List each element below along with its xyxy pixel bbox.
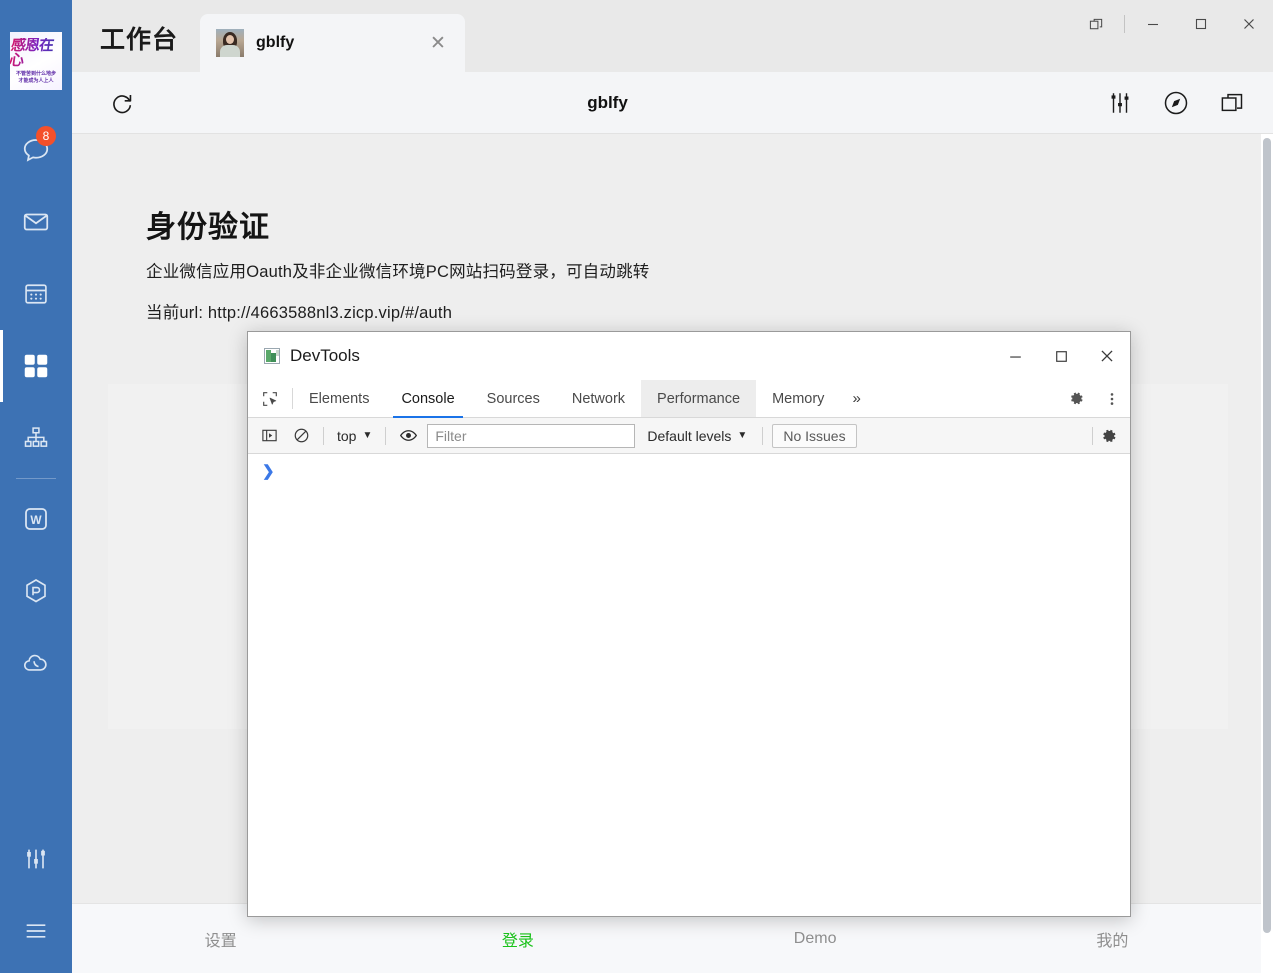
sidebar-icon-list: 8 W [0,114,72,699]
window-close-button[interactable] [1225,0,1273,48]
devtools-app-icon [264,348,280,364]
devtools-tab-bar: Elements Console Sources Network Perform… [248,380,1130,418]
console-prompt-caret: ❯ [262,463,275,480]
sidebar-item-chat[interactable]: 8 [0,114,72,186]
sidebar-bottom-group [0,823,72,973]
bottom-nav-item-demo[interactable]: Demo [667,930,964,948]
browser-tab-title: gblfy [256,34,295,51]
tab-memory[interactable]: Memory [756,380,840,417]
inspect-element-icon[interactable] [248,380,292,417]
sidebar-item-settings[interactable] [0,823,72,895]
bottom-nav-item-mine[interactable]: 我的 [964,927,1261,951]
bottom-nav-item-settings[interactable]: 设置 [72,927,369,951]
console-filter-input[interactable]: Filter [427,423,636,448]
devtools-window-title: DevTools [290,346,360,365]
devtools-maximize-button[interactable] [1038,332,1084,380]
cloud-phone-icon [24,654,47,671]
console-toolbar-divider-4 [1092,426,1093,445]
no-issues-button[interactable]: No Issues [772,423,857,448]
sliders-icon[interactable] [1105,88,1135,118]
console-context-label: top [337,427,357,444]
sidebar-item-mail[interactable] [0,186,72,258]
gear-icon[interactable] [1058,380,1094,418]
auth-current-url: 当前url: http://4663588nl3.zicp.vip/#/auth [146,304,453,322]
compass-icon[interactable] [1161,88,1191,118]
sidebar-item-package[interactable] [0,555,72,627]
devtools-window: DevTools Elements Console Sources Networ… [247,331,1131,917]
sidebar-item-menu[interactable] [0,895,72,967]
w-document-icon: W [25,508,47,530]
app-root: 感恩在心 不管苦到什么地步 才能成为人上人 8 W 工作台 gblfy ✕ gb… [0,0,1273,973]
devtools-minimize-button[interactable] [992,332,1038,380]
auth-heading: 身份验证 [146,211,270,244]
window-tab-strip: 工作台 gblfy ✕ [72,0,1273,72]
tab-console[interactable]: Console [385,380,470,418]
console-sidebar-toggle-icon[interactable] [256,423,282,449]
brand-logo-top-text: 感恩在心 [10,36,62,69]
chevron-down-icon: ▼ [362,430,373,441]
sidebar-item-calendar[interactable] [0,258,72,330]
console-filter-placeholder: Filter [435,427,467,444]
brand-logo-bottom-text: 不管苦到什么地步 才能成为人上人 [15,71,56,84]
bottom-nav-item-login[interactable]: 登录 [369,927,666,951]
console-toolbar: top ▼ Filter Default levels ▼ No Issues [248,418,1130,454]
tab-performance[interactable]: Performance [641,380,757,417]
console-levels-label: Default levels [647,427,732,444]
sliders-settings-icon [27,849,45,869]
close-icon[interactable]: ✕ [425,30,451,56]
window-maximize-button[interactable] [1177,0,1225,48]
kebab-menu-icon[interactable] [1094,380,1130,418]
devtools-tabbar-right [1057,380,1130,417]
window-minimize-button[interactable] [1129,0,1177,48]
chevron-down-icon: ▼ [737,430,748,441]
sidebar-divider [16,478,56,479]
console-toolbar-divider-1 [323,426,324,445]
open-external-icon[interactable] [1217,88,1247,118]
grid-apps-icon [24,354,48,378]
mail-envelope-icon [23,213,49,231]
sidebar-item-org[interactable] [0,402,72,474]
cube-package-icon [26,579,46,603]
webview-scrollbar-thumb[interactable] [1263,138,1271,933]
chat-unread-badge: 8 [36,126,56,146]
calendar-icon [25,284,47,304]
page-toolbar: gblfy [72,72,1273,134]
console-toolbar-divider-2 [385,426,387,445]
tab-elements[interactable]: Elements [293,380,385,417]
window-controls [1072,0,1273,48]
browser-tab-gblfy[interactable]: gblfy ✕ [200,14,466,72]
sidebar-item-apps[interactable] [0,330,72,402]
console-toolbar-right [1089,423,1122,449]
left-sidebar: 感恩在心 不管苦到什么地步 才能成为人上人 8 W [0,0,72,973]
page-title: gblfy [587,92,628,112]
console-toolbar-divider-3 [762,426,764,445]
user-avatar-thumbnail [216,29,245,57]
page-toolbar-actions [1105,88,1273,118]
tab-network[interactable]: Network [556,380,641,417]
console-settings-gear-icon[interactable] [1096,423,1122,449]
more-tabs-icon[interactable]: » [840,380,872,417]
org-chart-icon [24,427,48,447]
clear-console-icon[interactable] [288,423,314,449]
sidebar-item-cloud-phone[interactable] [0,627,72,699]
console-output-area[interactable]: ❯ [248,454,1130,916]
window-controls-divider [1124,15,1125,33]
devtools-titlebar: DevTools [248,332,1130,380]
console-context-selector[interactable]: top ▼ [333,428,376,444]
sidebar-item-document[interactable]: W [0,483,72,555]
devtools-window-controls [992,332,1130,380]
svg-text:W: W [30,513,42,527]
workbench-title: 工作台 [100,26,179,54]
devtools-close-button[interactable] [1084,332,1130,380]
auth-description: 企业微信应用Oauth及非企业微信环境PC网站扫码登录，可自动跳转 [146,263,650,281]
panel-restore-icon[interactable] [1072,0,1120,48]
console-levels-selector[interactable]: Default levels ▼ [641,428,753,444]
hamburger-menu-icon [26,924,46,938]
brand-logo: 感恩在心 不管苦到什么地步 才能成为人上人 [10,32,62,90]
webview-scrollbar[interactable] [1261,134,1273,973]
live-expression-eye-icon[interactable] [395,423,421,449]
tab-sources[interactable]: Sources [471,380,556,417]
